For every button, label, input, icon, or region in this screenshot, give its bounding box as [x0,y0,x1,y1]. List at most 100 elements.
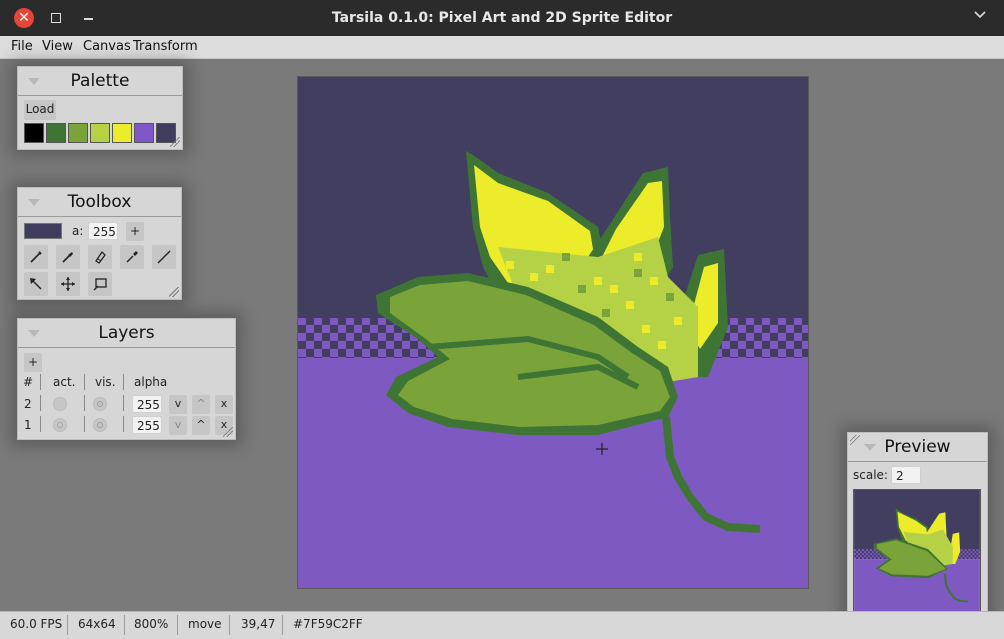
line-tool-button[interactable] [152,245,176,269]
preview-thumbnail [853,489,981,617]
column-divider [123,416,124,432]
layer-number: 1 [24,418,32,432]
status-divider [229,615,230,635]
eraser-tool-button[interactable] [88,245,112,269]
drawing-canvas[interactable] [297,76,809,589]
alpha-input[interactable]: 255 [88,222,118,240]
palette-swatch[interactable] [112,123,132,143]
layers-col-num: # [23,375,34,389]
layers-col-visible: vis. [95,375,116,389]
column-divider [40,395,41,411]
column-divider [84,416,85,432]
status-divider [177,615,178,635]
resize-grip-icon[interactable] [850,435,860,445]
layers-col-alpha: alpha [134,375,168,389]
status-fps: 60.0 FPS [10,617,63,631]
layer-move-up-button[interactable]: ^ [192,416,210,435]
status-divider [124,615,125,635]
palette-swatch[interactable] [24,123,44,143]
preview-scale-label: scale: [853,468,888,482]
toolbox-panel: Toolbox a: 255 + [17,187,182,300]
layer-move-down-button[interactable]: v [169,395,187,414]
layers-header[interactable]: Layers [18,319,235,348]
collapse-triangle-icon[interactable] [28,330,40,337]
selection-tool-button[interactable] [24,272,48,296]
palette-swatch[interactable] [68,123,88,143]
palette-title: Palette [70,71,130,91]
layers-panel: Layers + # act. vis. alpha 2 255 v ^ x 1… [17,318,236,440]
toolbox-title: Toolbox [67,192,132,212]
palette-header[interactable]: Palette [18,67,182,96]
brush-icon [62,252,73,263]
column-divider [40,416,41,432]
layer-visible-toggle[interactable] [93,397,107,411]
eyedropper-tool-button[interactable] [120,245,144,269]
line-icon [157,250,171,264]
current-color-swatch[interactable] [24,223,62,239]
rectangle-select-icon [93,278,107,291]
menu-canvas[interactable]: Canvas [83,39,131,54]
status-bar: 60.0 FPS 64x64 800% move 39,47 #7F59C2FF [0,611,1004,639]
title-bar: Tarsila 0.1.0: Pixel Art and 2D Sprite E… [0,0,1004,36]
toolbox-header[interactable]: Toolbox [18,188,181,217]
status-tool: move [188,617,222,631]
collapse-triangle-icon[interactable] [864,444,876,451]
window-title: Tarsila 0.1.0: Pixel Art and 2D Sprite E… [331,10,673,26]
chevron-down-icon[interactable] [970,8,990,28]
status-divider [282,615,283,635]
collapse-triangle-icon[interactable] [28,199,40,206]
palette-swatch[interactable] [90,123,110,143]
brush-tool-button[interactable] [56,245,80,269]
palette-swatch[interactable] [134,123,154,143]
layer-move-down-button[interactable]: v [169,416,187,435]
status-zoom: 800% [134,617,169,631]
palette-panel: Palette Load [17,66,183,150]
rect-select-tool-button[interactable] [88,272,112,296]
add-color-button[interactable]: + [126,222,144,241]
sprite-art [298,77,808,588]
layer-active-radio[interactable] [53,418,67,432]
resize-grip-icon[interactable] [169,287,179,297]
move-tool-button[interactable] [56,272,80,296]
layer-move-up-button[interactable]: ^ [192,395,210,414]
layers-col-active: act. [53,375,76,389]
status-color: #7F59C2FF [293,617,363,631]
eraser-icon [95,250,106,264]
status-divider [67,615,68,635]
column-divider [84,374,85,390]
column-divider [123,374,124,390]
palette-load-button[interactable]: Load [24,100,56,120]
resize-grip-icon[interactable] [223,427,233,437]
close-icon[interactable]: ✕ [14,8,34,28]
menu-file[interactable]: File [11,39,33,54]
layer-visible-toggle[interactable] [93,418,107,432]
selection-arrow-icon [30,278,42,290]
maximize-icon[interactable] [46,8,66,28]
alpha-label: a: [72,224,84,238]
layer-delete-button[interactable]: x [215,395,233,414]
pencil-tool-button[interactable] [24,245,48,269]
layers-title: Layers [98,323,155,343]
preview-title: Preview [884,437,951,457]
resize-grip-icon[interactable] [170,137,180,147]
minimize-icon[interactable] [78,8,98,28]
column-divider [84,395,85,411]
menu-transform[interactable]: Transform [133,39,198,54]
preview-panel: Preview scale: 2 [847,432,988,622]
eyedropper-icon [126,251,138,263]
preview-header[interactable]: Preview [848,433,987,462]
pencil-icon [30,251,42,263]
status-canvas-size: 64x64 [78,617,116,631]
status-cursor-position: 39,47 [241,617,276,631]
preview-scale-input[interactable]: 2 [891,466,921,484]
menu-view[interactable]: View [42,39,73,54]
layer-number: 2 [24,397,32,411]
layer-alpha-input[interactable]: 255 [132,416,162,434]
add-layer-button[interactable]: + [24,353,42,372]
collapse-triangle-icon[interactable] [28,78,40,85]
menu-bar: File View Canvas Transform [0,36,1004,59]
move-icon [61,277,75,291]
layer-active-radio[interactable] [53,397,67,411]
layer-alpha-input[interactable]: 255 [132,395,162,413]
palette-swatch[interactable] [46,123,66,143]
